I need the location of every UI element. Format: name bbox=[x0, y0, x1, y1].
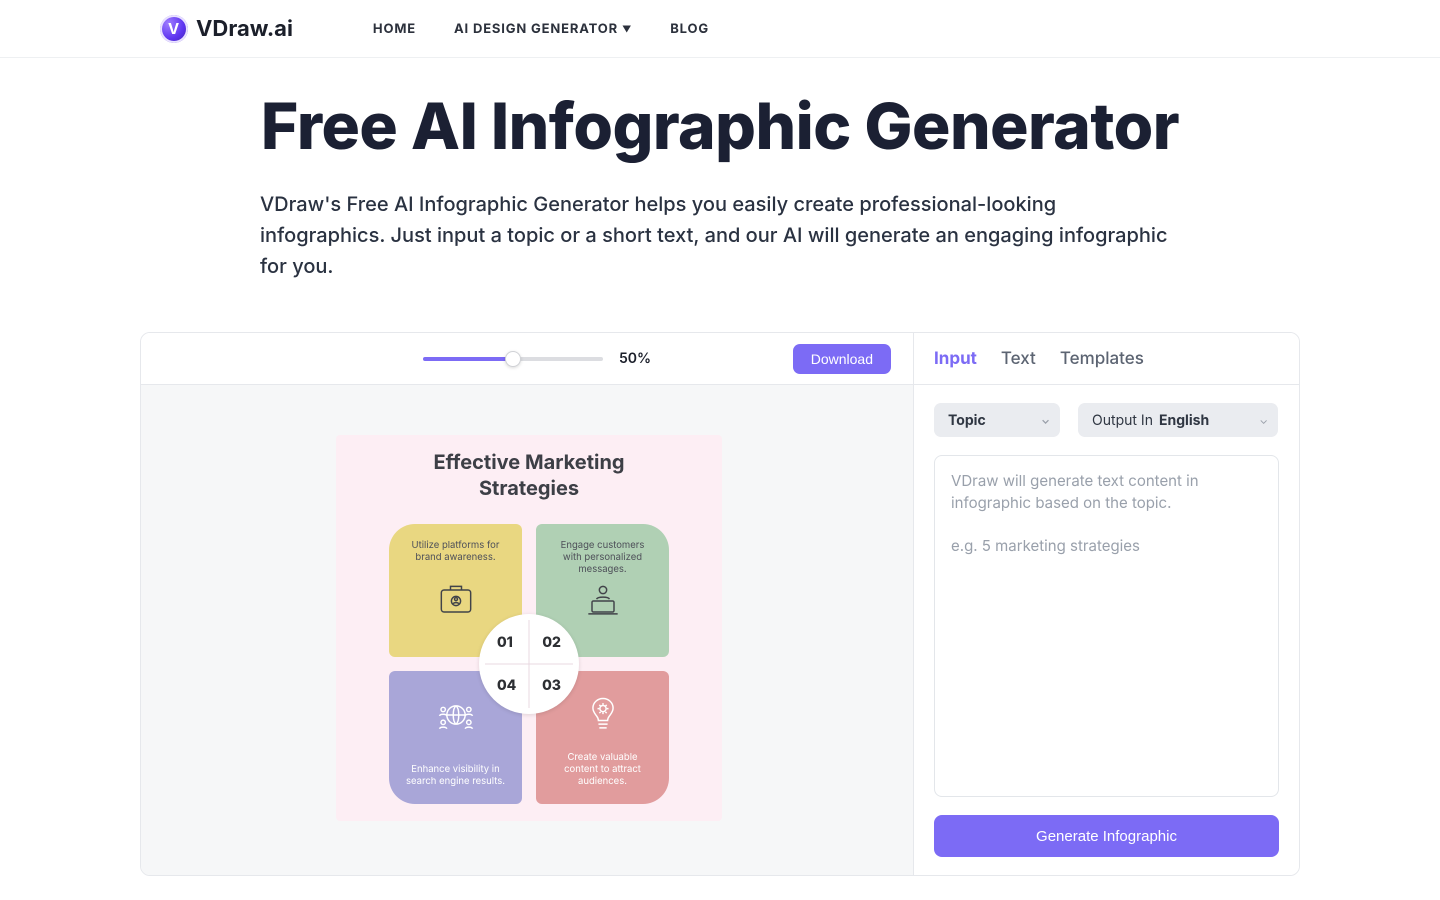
infographic-preview: Effective Marketing Strategies Utilize p… bbox=[336, 435, 722, 821]
panel-tabs: Input Text Templates bbox=[914, 333, 1299, 385]
chevron-down-icon: ⌄ bbox=[1259, 413, 1268, 427]
hero: Free AI Infographic Generator VDraw's Fr… bbox=[0, 58, 1440, 292]
brand-logo-icon: V bbox=[160, 15, 188, 43]
quad-number-1: 01 bbox=[497, 634, 513, 651]
page-title: Free AI Infographic Generator bbox=[0, 88, 1440, 165]
tab-text[interactable]: Text bbox=[1001, 349, 1036, 369]
panel-body: Topic ⌄ Output In English ⌄ Generate Inf… bbox=[914, 385, 1299, 875]
stage-column: 50% Download Effective Marketing Strateg… bbox=[141, 333, 913, 875]
output-language-select[interactable]: Output In English ⌄ bbox=[1078, 403, 1278, 437]
output-in-prefix: Output In bbox=[1092, 412, 1153, 429]
nav-blog[interactable]: BLOG bbox=[670, 21, 709, 37]
app-shell: 50% Download Effective Marketing Strateg… bbox=[140, 332, 1300, 876]
panel-selects: Topic ⌄ Output In English ⌄ bbox=[934, 403, 1279, 437]
page-subtitle: VDraw's Free AI Infographic Generator he… bbox=[240, 189, 1200, 282]
quad-1-caption: Utilize platforms for brand awareness. bbox=[389, 540, 522, 564]
quad-hub: 01 02 03 04 bbox=[479, 614, 579, 714]
generate-button[interactable]: Generate Infographic bbox=[934, 815, 1279, 857]
zoom-slider-thumb[interactable] bbox=[505, 351, 521, 367]
zoom-control: 50% bbox=[423, 350, 651, 367]
infographic-grid: Utilize platforms for brand awareness. E… bbox=[389, 524, 669, 804]
zoom-slider[interactable] bbox=[423, 357, 603, 361]
chevron-down-icon: ⌄ bbox=[1041, 413, 1050, 427]
tab-input[interactable]: Input bbox=[934, 349, 977, 369]
side-panel: Input Text Templates Topic ⌄ Output In E… bbox=[913, 333, 1299, 875]
download-button[interactable]: Download bbox=[793, 344, 891, 374]
canvas-stage[interactable]: Effective Marketing Strategies Utilize p… bbox=[141, 385, 913, 875]
quad-2-caption: Engage customers with personalized messa… bbox=[536, 540, 669, 576]
nav-home[interactable]: HOME bbox=[373, 21, 416, 37]
badge-icon bbox=[389, 579, 522, 623]
quad-number-4: 04 bbox=[497, 677, 516, 694]
quad-4-caption: Enhance visibility in search engine resu… bbox=[389, 764, 522, 788]
topic-select[interactable]: Topic ⌄ bbox=[934, 403, 1060, 437]
tab-templates[interactable]: Templates bbox=[1060, 349, 1144, 369]
brand[interactable]: V VDraw.ai bbox=[160, 15, 293, 43]
quad-3-caption: Create valuable content to attract audie… bbox=[536, 752, 669, 788]
nav-generator-label: AI DESIGN GENERATOR bbox=[454, 21, 618, 37]
output-in-lang: English bbox=[1159, 412, 1209, 429]
topic-input[interactable] bbox=[934, 455, 1279, 797]
topic-select-label: Topic bbox=[948, 412, 986, 429]
top-nav: V VDraw.ai HOME AI DESIGN GENERATOR ▼ BL… bbox=[0, 0, 1440, 58]
brand-word: VDraw.ai bbox=[196, 16, 293, 42]
nav-generator[interactable]: AI DESIGN GENERATOR ▼ bbox=[454, 21, 632, 37]
chevron-down-icon: ▼ bbox=[622, 24, 632, 35]
zoom-value: 50% bbox=[619, 350, 651, 367]
stage-toolbar: 50% Download bbox=[141, 333, 913, 385]
infographic-title: Effective Marketing Strategies bbox=[433, 449, 624, 501]
user-laptop-icon bbox=[536, 579, 669, 623]
quad-number-3: 03 bbox=[542, 677, 561, 694]
quad-number-2: 02 bbox=[542, 634, 561, 651]
